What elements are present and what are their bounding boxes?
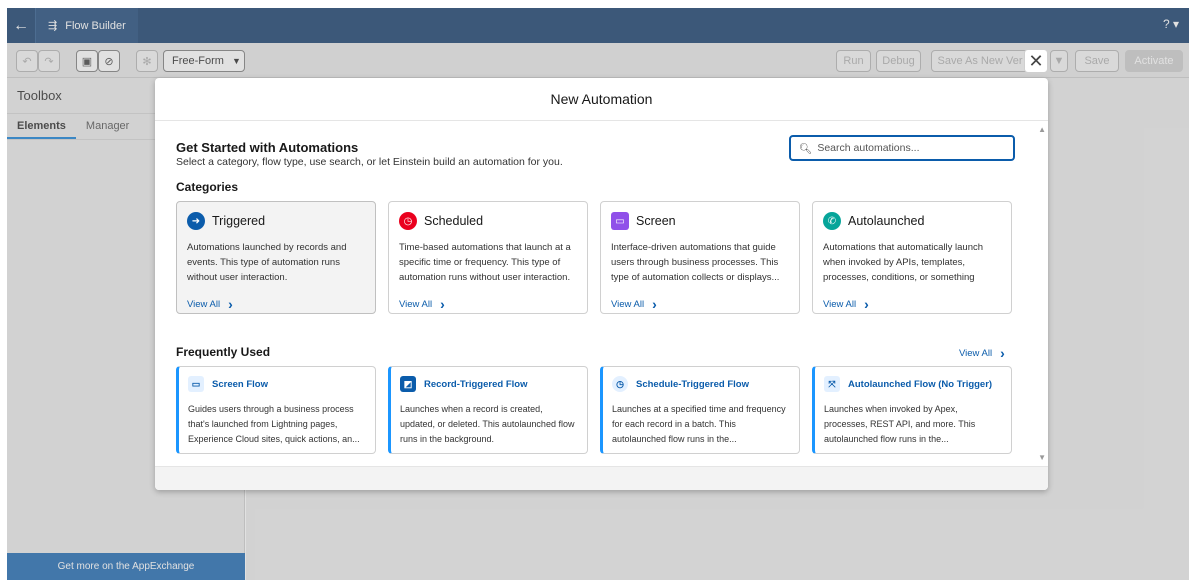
search-icon: 🔍︎ bbox=[799, 142, 813, 155]
triggered-icon: ➜ bbox=[187, 212, 205, 230]
flow-card-record-triggered[interactable]: ◩ Record-Triggered Flow Launches when a r… bbox=[388, 366, 588, 454]
search-placeholder: Search automations... bbox=[817, 142, 920, 154]
view-all-link[interactable]: View All › bbox=[187, 296, 365, 312]
search-input[interactable]: 🔍︎ Search automations... bbox=[789, 135, 1015, 161]
view-all-label: View All bbox=[823, 298, 857, 310]
clock-icon: ◷ bbox=[612, 376, 628, 392]
page-title: Get Started with Automations bbox=[176, 140, 359, 155]
category-desc: Interface-driven automations that guide … bbox=[611, 242, 780, 283]
modal-title: New Automation bbox=[155, 78, 1048, 121]
chevron-right-icon: › bbox=[1000, 345, 1005, 361]
category-name: Screen bbox=[636, 214, 676, 228]
category-desc: Time-based automations that launch at a … bbox=[399, 242, 571, 283]
view-all-label: View All bbox=[399, 298, 433, 310]
category-name: Autolaunched bbox=[848, 214, 925, 228]
flow-name: Record-Triggered Flow bbox=[424, 378, 528, 390]
category-name: Scheduled bbox=[424, 214, 484, 228]
category-desc: Automations launched by records and even… bbox=[187, 242, 347, 283]
screen-icon: ▭ bbox=[188, 376, 204, 392]
screen-icon: ▭ bbox=[611, 212, 629, 230]
category-card-autolaunched[interactable]: ✆ Autolaunched Automations that automatic… bbox=[812, 201, 1012, 314]
chevron-right-icon: › bbox=[228, 296, 233, 312]
flow-card-screen-flow[interactable]: ▭ Screen Flow Guides users through a busi… bbox=[176, 366, 376, 454]
view-all-label: View All bbox=[959, 347, 993, 359]
scroll-down-icon[interactable]: ▼ bbox=[1038, 453, 1046, 462]
categories-heading: Categories bbox=[176, 180, 239, 194]
chevron-right-icon: › bbox=[652, 296, 657, 312]
flow-desc: Guides users through a business process … bbox=[188, 404, 360, 444]
frequently-used-view-all[interactable]: View All › bbox=[959, 345, 1005, 361]
flow-name: Screen Flow bbox=[212, 378, 268, 390]
flow-desc: Launches when invoked by Apex, processes… bbox=[824, 404, 976, 444]
scroll-up-icon[interactable]: ▲ bbox=[1038, 125, 1046, 134]
frequently-used-heading: Frequently Used bbox=[176, 345, 271, 359]
chevron-right-icon: › bbox=[864, 296, 869, 312]
chevron-right-icon: › bbox=[440, 296, 445, 312]
clock-icon: ◷ bbox=[399, 212, 417, 230]
category-name: Triggered bbox=[212, 214, 266, 228]
flow-card-autolaunched[interactable]: ⤧ Autolaunched Flow (No Trigger) Launches… bbox=[812, 366, 1012, 454]
new-automation-modal: New Automation Get Started with Automati… bbox=[155, 78, 1048, 490]
flow-name: Schedule-Triggered Flow bbox=[636, 378, 749, 390]
modal-scrollbar[interactable]: ▲ ▼ bbox=[1035, 121, 1048, 466]
record-icon: ◩ bbox=[400, 376, 416, 392]
category-card-scheduled[interactable]: ◷ Scheduled Time-based automations that l… bbox=[388, 201, 588, 314]
modal-footer bbox=[155, 466, 1048, 490]
subtitle: Select a category, flow type, use search… bbox=[176, 156, 563, 168]
autolaunch-icon: ⤧ bbox=[824, 376, 840, 392]
flow-name: Autolaunched Flow (No Trigger) bbox=[848, 378, 993, 390]
close-icon[interactable]: ✕ bbox=[1024, 49, 1048, 73]
flow-desc: Launches at a specified time and frequen… bbox=[612, 404, 786, 444]
view-all-label: View All bbox=[187, 298, 221, 310]
view-all-link[interactable]: View All › bbox=[823, 296, 1001, 312]
autolaunch-icon: ✆ bbox=[823, 212, 841, 230]
flow-desc: Launches when a record is created, updat… bbox=[400, 404, 575, 444]
category-desc: Automations that automatically launch wh… bbox=[823, 242, 984, 288]
flow-card-schedule-triggered[interactable]: ◷ Schedule-Triggered Flow Launches at a s… bbox=[600, 366, 800, 454]
category-card-screen[interactable]: ▭ Screen Interface-driven automations tha… bbox=[600, 201, 800, 314]
view-all-label: View All bbox=[611, 298, 645, 310]
view-all-link[interactable]: View All › bbox=[399, 296, 577, 312]
view-all-link[interactable]: View All › bbox=[611, 296, 789, 312]
modal-body: Get Started with Automations Select a ca… bbox=[155, 121, 1035, 464]
category-card-triggered[interactable]: ➜ Triggered Automations launched by recor… bbox=[176, 201, 376, 314]
